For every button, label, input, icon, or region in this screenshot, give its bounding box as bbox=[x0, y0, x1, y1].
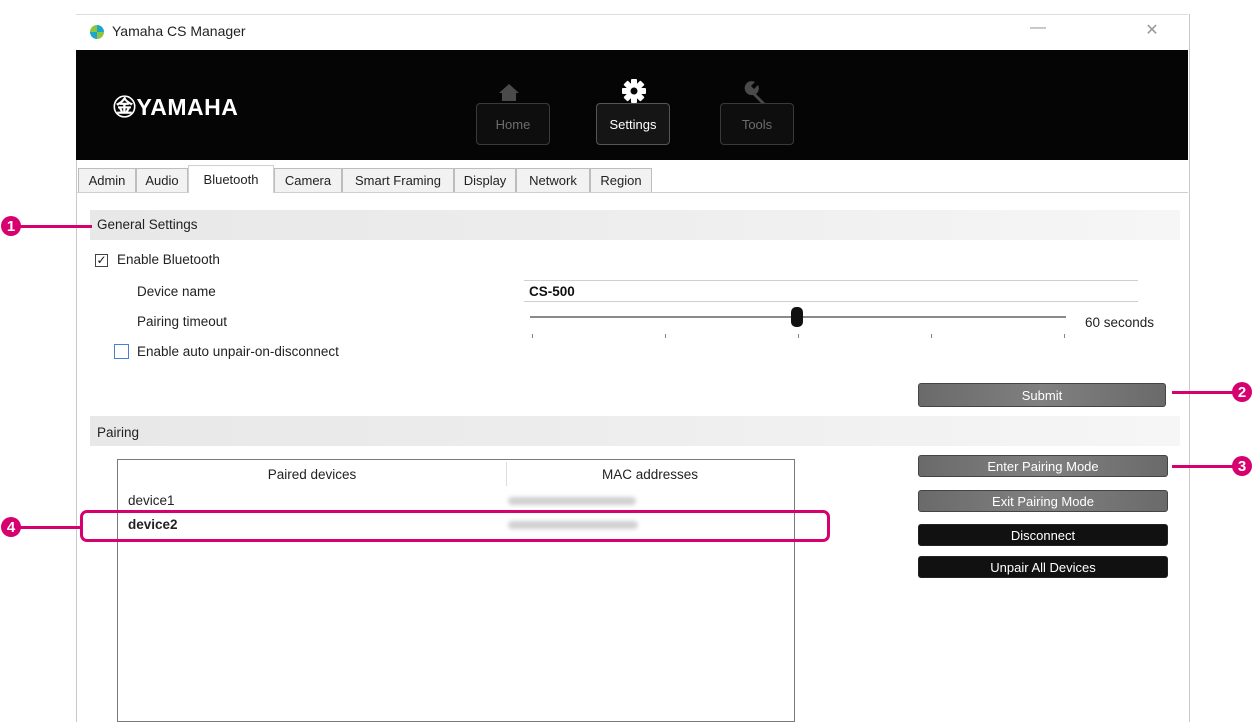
enable-bluetooth-checkbox[interactable]: ✓ bbox=[95, 254, 108, 267]
submit-button[interactable]: Submit bbox=[918, 383, 1166, 407]
minimize-button[interactable]: — bbox=[1028, 20, 1048, 36]
general-settings-header bbox=[90, 210, 1180, 240]
callout-4: 4 bbox=[1, 517, 21, 537]
paired-devices-list[interactable] bbox=[117, 459, 795, 722]
callout-1: 1 bbox=[1, 216, 21, 236]
tab-display[interactable]: Display bbox=[454, 168, 516, 192]
tab-audio[interactable]: Audio bbox=[136, 168, 188, 192]
auto-unpair-checkbox[interactable] bbox=[114, 344, 129, 359]
device-name-input[interactable]: CS-500 bbox=[524, 280, 1138, 302]
callout-line-3 bbox=[1172, 465, 1234, 468]
yamaha-logo: ㊎YAMAHA bbox=[113, 94, 239, 120]
pairing-timeout-label: Pairing timeout bbox=[137, 314, 228, 329]
slider-thumb[interactable] bbox=[791, 307, 803, 327]
nav-home-button[interactable]: Home bbox=[476, 103, 550, 145]
callout-line-4 bbox=[20, 526, 82, 529]
slider-tick bbox=[1064, 334, 1065, 338]
callout-2: 2 bbox=[1232, 382, 1252, 402]
tab-camera[interactable]: Camera bbox=[274, 168, 342, 192]
mac-address-blurred bbox=[508, 497, 636, 505]
auto-unpair-label: Enable auto unpair-on-disconnect bbox=[137, 344, 339, 359]
enable-bluetooth-label: Enable Bluetooth bbox=[117, 252, 220, 267]
window-title: Yamaha CS Manager bbox=[112, 23, 246, 39]
general-settings-title: General Settings bbox=[97, 217, 198, 232]
home-icon bbox=[499, 84, 519, 101]
slider-tick bbox=[798, 334, 799, 338]
exit-pairing-mode-button[interactable]: Exit Pairing Mode bbox=[918, 490, 1168, 512]
table-row-device1[interactable]: device1 bbox=[128, 493, 175, 508]
gear-icon bbox=[622, 79, 646, 103]
device2-highlight-box bbox=[80, 510, 830, 542]
app-logo-icon bbox=[90, 25, 104, 39]
slider-tick bbox=[931, 334, 932, 338]
slider-tick bbox=[665, 334, 666, 338]
pairing-title: Pairing bbox=[97, 425, 140, 440]
tab-region[interactable]: Region bbox=[590, 168, 652, 192]
tab-bluetooth[interactable]: Bluetooth bbox=[188, 165, 274, 193]
close-button[interactable]: ✕ bbox=[1142, 20, 1162, 39]
nav-settings-button[interactable]: Settings bbox=[596, 103, 670, 145]
unpair-all-devices-button[interactable]: Unpair All Devices bbox=[918, 556, 1168, 578]
pairing-header bbox=[90, 416, 1180, 446]
enter-pairing-mode-button[interactable]: Enter Pairing Mode bbox=[918, 455, 1168, 477]
wrench-icon bbox=[744, 81, 766, 105]
nav-tools-button[interactable]: Tools bbox=[720, 103, 794, 145]
pairing-timeout-value: 60 seconds bbox=[1085, 315, 1155, 330]
tab-smart-framing[interactable]: Smart Framing bbox=[342, 168, 454, 192]
col-mac-addresses[interactable]: MAC addresses bbox=[506, 462, 794, 486]
disconnect-button[interactable]: Disconnect bbox=[918, 524, 1168, 546]
callout-3: 3 bbox=[1232, 456, 1252, 476]
callout-line-1 bbox=[20, 225, 92, 228]
tab-network[interactable]: Network bbox=[516, 168, 590, 192]
callout-line-2 bbox=[1172, 391, 1234, 394]
tab-admin[interactable]: Admin bbox=[78, 168, 136, 192]
device-name-label: Device name bbox=[137, 284, 216, 299]
slider-tick bbox=[532, 334, 533, 338]
col-paired-devices[interactable]: Paired devices bbox=[118, 462, 507, 486]
